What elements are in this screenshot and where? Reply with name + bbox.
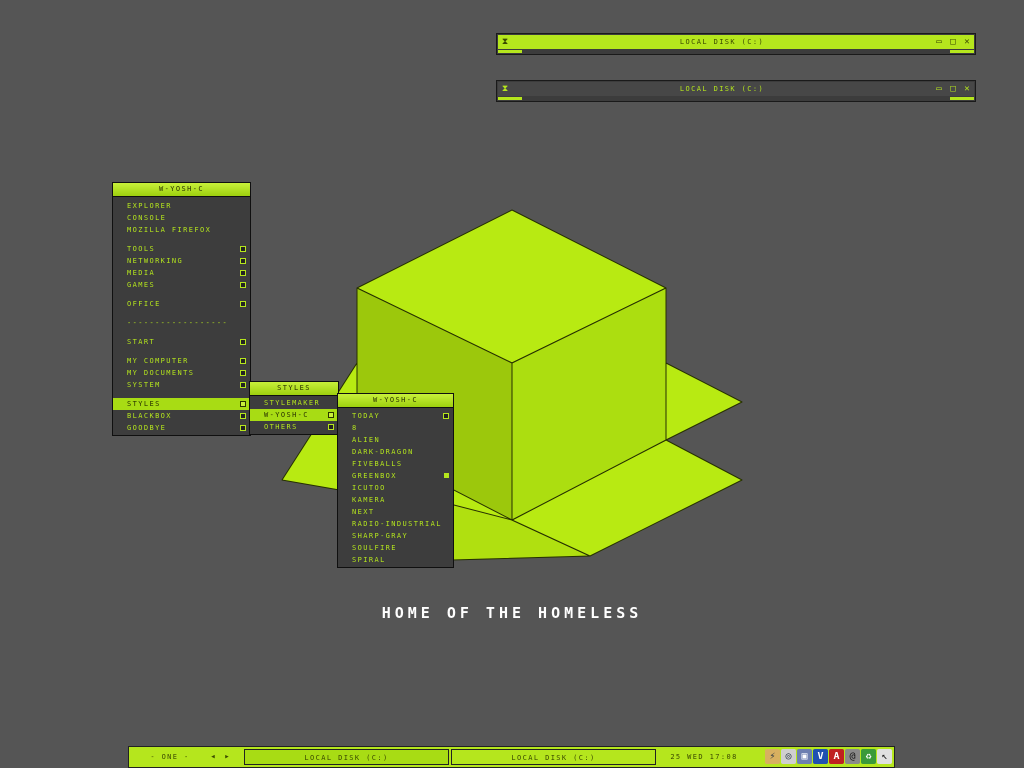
antivirus-icon[interactable]: V [813, 749, 828, 764]
theme-item-radio-industrial[interactable]: RADIO-INDUSTRIAL [338, 518, 453, 530]
close-icon[interactable]: ✕ [960, 37, 974, 47]
theme-item-dark-dragon[interactable]: DARK-DRAGON [338, 446, 453, 458]
hourglass-icon[interactable]: ⧗ [498, 37, 512, 47]
menu-item-my-documents[interactable]: MY DOCUMENTS [113, 367, 250, 379]
submenu-indicator-icon [240, 413, 246, 419]
minimize-icon[interactable]: ▭ [932, 84, 946, 94]
submenu-indicator-icon [240, 339, 246, 345]
clock: 25 WED 17:08 [670, 753, 738, 761]
window-local-disk-2[interactable]: ⧗ LOCAL DISK (C:) ▭ □ ✕ [496, 80, 976, 102]
workspace-label[interactable]: - ONE - [133, 749, 207, 765]
menu-item-start[interactable]: START [113, 336, 250, 348]
hourglass-icon[interactable]: ⧗ [498, 84, 512, 94]
monitor-icon[interactable]: ▣ [797, 749, 812, 764]
desktop-tagline: HOME OF THE HOMELESS [381, 604, 643, 622]
cube-floor-right [665, 362, 743, 441]
ati-icon[interactable]: A [829, 749, 844, 764]
theme-submenu-title: W-YOSH-C [338, 394, 453, 408]
theme-item-soulfire[interactable]: SOULFIRE [338, 542, 453, 554]
menu-item-goodbye[interactable]: GOODBYE [113, 422, 250, 434]
network-icon[interactable]: ⚡ [765, 749, 780, 764]
window-title: LOCAL DISK (C:) [679, 85, 765, 93]
submenu-indicator-icon [240, 425, 246, 431]
theme-item-today[interactable]: TODAY [338, 410, 453, 422]
submenu-indicator-icon [328, 424, 334, 430]
root-menu-title: W-YOSH-C [113, 183, 250, 197]
submenu-indicator-icon [240, 270, 246, 276]
maximize-icon[interactable]: □ [946, 84, 960, 94]
menu-item-office[interactable]: OFFICE [113, 298, 250, 310]
cd-icon[interactable]: ◎ [781, 749, 796, 764]
close-icon[interactable]: ✕ [960, 84, 974, 94]
submenu-indicator-icon [240, 301, 246, 307]
styles-submenu-title: STYLES [250, 382, 338, 396]
window-titlebar[interactable]: ⧗ LOCAL DISK (C:) ▭ □ ✕ [498, 35, 974, 49]
task-button-local-disk-1[interactable]: LOCAL DISK (C:) [244, 749, 449, 765]
menu-item-networking[interactable]: NETWORKING [113, 255, 250, 267]
window-titlebar[interactable]: ⧗ LOCAL DISK (C:) ▭ □ ✕ [498, 82, 974, 96]
menu-item-console[interactable]: CONSOLE [113, 212, 250, 224]
task-button-local-disk-2[interactable]: LOCAL DISK (C:) [451, 749, 656, 765]
theme-item-alien[interactable]: ALIEN [338, 434, 453, 446]
menu-item-w-yosh-c[interactable]: W-YOSH-C [250, 409, 338, 421]
window-title: LOCAL DISK (C:) [679, 38, 765, 46]
menu-item-explorer[interactable]: EXPLORER [113, 200, 250, 212]
menu-item-stylemaker[interactable]: STYLEMAKER [250, 397, 338, 409]
menu-item-system[interactable]: SYSTEM [113, 379, 250, 391]
submenu-indicator-icon [240, 246, 246, 252]
theme-item-icutoo[interactable]: ICUTOO [338, 482, 453, 494]
theme-item-kamera[interactable]: KAMERA [338, 494, 453, 506]
window-resize-grip[interactable] [498, 50, 974, 53]
root-menu: W-YOSH-C EXPLORER CONSOLE MOZILLA FIREFO… [112, 182, 251, 436]
cursor-icon[interactable]: ↖ [877, 749, 892, 764]
theme-item-greenbox[interactable]: GREENBOX [338, 470, 453, 482]
minimize-icon[interactable]: ▭ [932, 37, 946, 47]
taskbar: - ONE - ◂ ▸ LOCAL DISK (C:) LOCAL DISK (… [128, 746, 895, 768]
submenu-indicator-icon [240, 382, 246, 388]
system-tray: ⚡ ◎ ▣ V A @ ♻ ↖ [765, 749, 892, 765]
menu-separator: ------------------ [127, 319, 229, 327]
menu-item-media[interactable]: MEDIA [113, 267, 250, 279]
menu-item-styles[interactable]: STYLES [113, 398, 250, 410]
window-resize-grip[interactable] [498, 97, 974, 100]
submenu-indicator-icon [443, 413, 449, 419]
submenu-indicator-icon [240, 401, 246, 407]
submenu-indicator-icon [240, 282, 246, 288]
submenu-indicator-icon [240, 358, 246, 364]
styles-submenu: STYLES STYLEMAKER W-YOSH-C OTHERS [249, 381, 339, 435]
selected-theme-icon [444, 473, 449, 478]
menu-item-others[interactable]: OTHERS [250, 421, 338, 433]
theme-item-next[interactable]: NEXT [338, 506, 453, 518]
submenu-indicator-icon [240, 258, 246, 264]
menu-item-blackbox[interactable]: BLACKBOX [113, 410, 250, 422]
theme-item-fiveballs[interactable]: FIVEBALLS [338, 458, 453, 470]
submenu-indicator-icon [328, 412, 334, 418]
spiral-icon[interactable]: @ [845, 749, 860, 764]
menu-item-games[interactable]: GAMES [113, 279, 250, 291]
window-local-disk-1[interactable]: ⧗ LOCAL DISK (C:) ▭ □ ✕ [496, 33, 976, 55]
theme-submenu: W-YOSH-C TODAY 8 ALIEN DARK-DRAGON FIVEB… [337, 393, 454, 568]
maximize-icon[interactable]: □ [946, 37, 960, 47]
submenu-indicator-icon [240, 370, 246, 376]
theme-item-spiral[interactable]: SPIRAL [338, 554, 453, 566]
workspace-next-icon[interactable]: ▸ [221, 749, 233, 765]
theme-item-sharp-gray[interactable]: SHARP-GRAY [338, 530, 453, 542]
menu-item-my-computer[interactable]: MY COMPUTER [113, 355, 250, 367]
menu-item-tools[interactable]: TOOLS [113, 243, 250, 255]
workspace-prev-icon[interactable]: ◂ [207, 749, 219, 765]
theme-item-8[interactable]: 8 [338, 422, 453, 434]
recycle-icon[interactable]: ♻ [861, 749, 876, 764]
menu-item-firefox[interactable]: MOZILLA FIREFOX [113, 224, 250, 236]
